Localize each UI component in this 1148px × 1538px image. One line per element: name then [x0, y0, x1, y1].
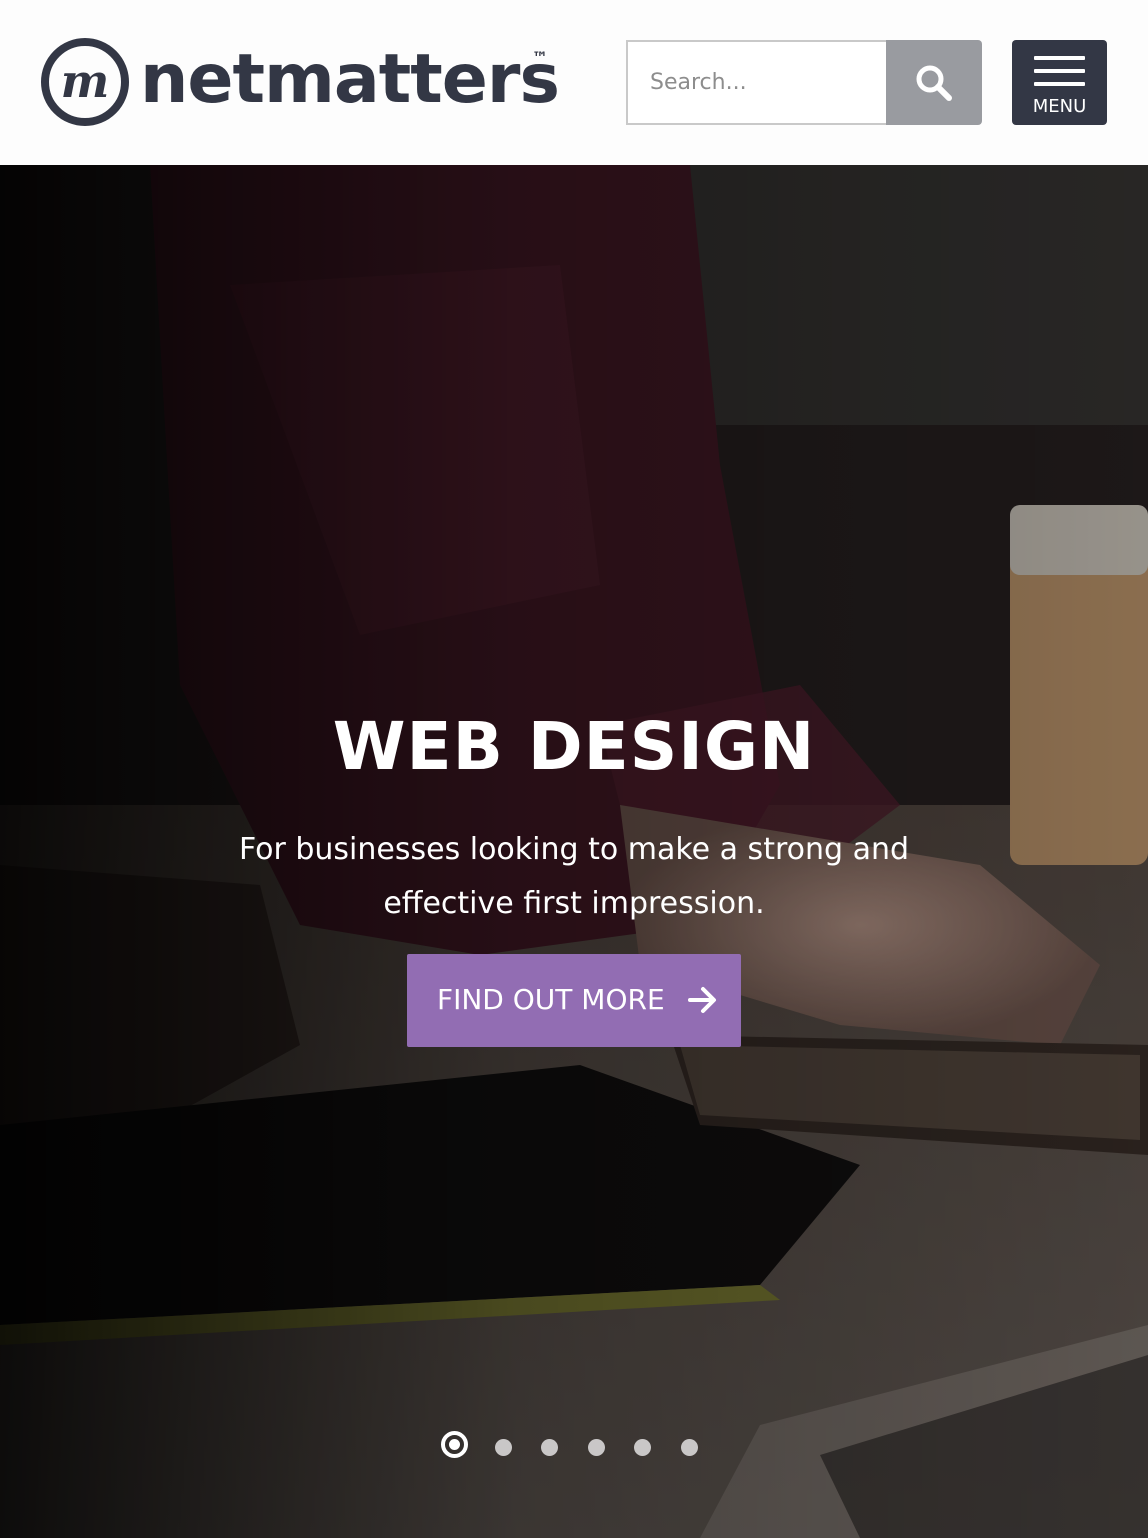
carousel-pagination: [439, 1430, 709, 1466]
search-input[interactable]: [626, 40, 886, 125]
hero-carousel: WEB DESIGN For businesses looking to mak…: [0, 165, 1148, 1538]
cta-label: FIND OUT MORE: [437, 983, 665, 1016]
logo-mark-letter: m: [61, 54, 110, 108]
search-button[interactable]: [886, 40, 982, 125]
carousel-dot-2[interactable]: [495, 1439, 512, 1456]
hero-subtitle: For businesses looking to make a strong …: [238, 832, 910, 921]
search-icon: [916, 65, 952, 101]
site-header: m netmatters ™ MENU: [0, 0, 1148, 165]
logo-mark-icon: m: [41, 38, 129, 126]
menu-label: MENU: [1032, 96, 1087, 117]
carousel-dot-1[interactable]: [441, 1431, 468, 1458]
menu-button[interactable]: MENU: [1012, 40, 1107, 125]
arrow-right-icon: [688, 987, 716, 1013]
search-form: [626, 40, 982, 125]
carousel-dot-4[interactable]: [588, 1439, 605, 1456]
logo-wordmark: netmatters: [140, 40, 560, 119]
carousel-dot-6[interactable]: [681, 1439, 698, 1456]
hero-title: WEB DESIGN: [332, 708, 816, 786]
carousel-dot-3[interactable]: [541, 1439, 558, 1456]
find-out-more-button[interactable]: FIND OUT MORE: [407, 954, 741, 1047]
hamburger-icon: [1034, 56, 1085, 95]
trademark-symbol: ™: [532, 48, 548, 67]
netmatters-logo[interactable]: m netmatters ™: [40, 36, 560, 128]
carousel-dot-5[interactable]: [634, 1439, 651, 1456]
